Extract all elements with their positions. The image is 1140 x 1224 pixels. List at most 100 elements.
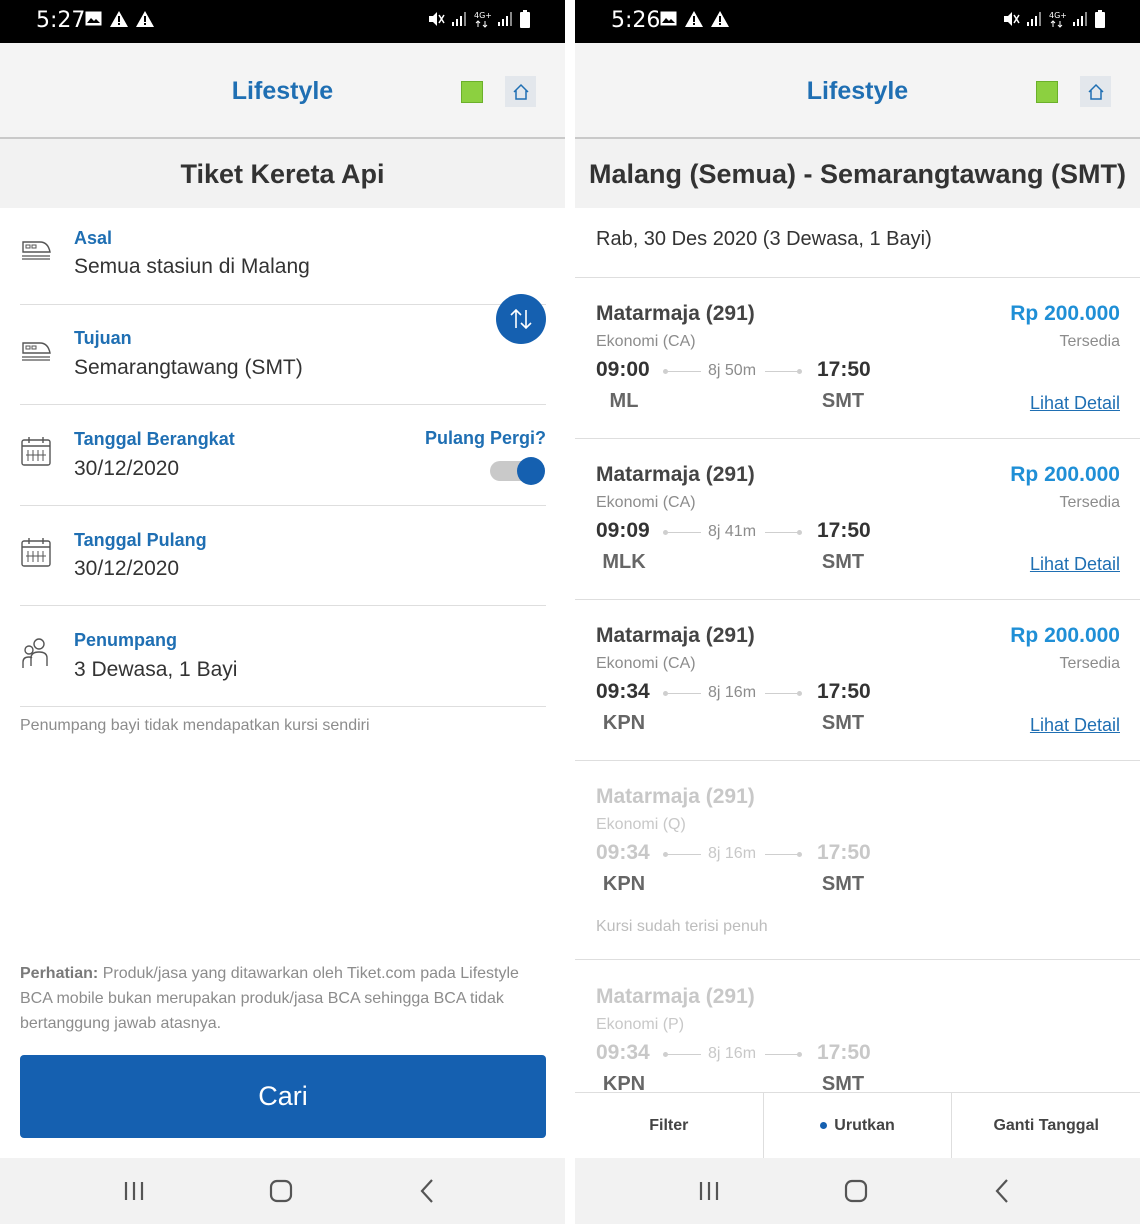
screen-separator — [565, 0, 575, 1224]
view-detail-link[interactable]: Lihat Detail — [1030, 715, 1120, 736]
destination-field[interactable]: Tujuan Semarangtawang (SMT) — [20, 305, 546, 405]
arrive-time: 17:50 — [817, 680, 871, 703]
trip-duration: 8j 41m — [708, 523, 757, 540]
destination-label: Tujuan — [74, 328, 132, 348]
search-summary: Rab, 30 Des 2020 (3 Dewasa, 1 Bayi) — [596, 228, 932, 250]
ticket-price: Rp 200.000 — [1010, 624, 1120, 647]
warning-icon — [711, 11, 729, 27]
recent-apps-icon — [124, 1182, 144, 1200]
search-button[interactable]: Cari — [20, 1055, 546, 1138]
timeline-dot — [797, 369, 802, 374]
trip-duration: 8j 16m — [708, 684, 757, 701]
train-name: Matarmaja (291) — [596, 785, 755, 808]
depart-time: 09:34 — [596, 1041, 650, 1064]
passengers-label: Penumpang — [74, 630, 178, 650]
status-bar: 5:27 4G+ — [0, 0, 565, 43]
passengers-value: 3 Dewasa, 1 Bayi — [74, 658, 238, 681]
train-name: Matarmaja (291) — [596, 463, 755, 486]
return-date-field[interactable]: Tanggal Pulang 30/12/2020 — [20, 506, 546, 606]
system-icons: 4G+ — [1002, 10, 1106, 28]
4g-icon: 4G+ — [1049, 11, 1066, 28]
timeline-line — [665, 1054, 701, 1055]
warning-icon — [110, 11, 128, 27]
timeline-line — [665, 693, 701, 694]
home-button[interactable] — [505, 76, 536, 107]
back-icon — [995, 1179, 1008, 1203]
view-detail-link[interactable]: Lihat Detail — [1030, 554, 1120, 575]
depart-time: 09:09 — [596, 519, 650, 542]
return-date-label: Tanggal Pulang — [74, 530, 207, 550]
origin-code: ML — [609, 390, 639, 412]
train-result-card-full[interactable]: Matarmaja (291) Ekonomi (P) 09:34 8j 16m… — [575, 961, 1140, 1092]
destination-code: SMT — [821, 551, 865, 573]
mute-icon — [1004, 12, 1020, 26]
timeline-dot — [797, 852, 802, 857]
timeline-line — [665, 854, 701, 855]
results-screen: 5:26 4G+ Lifestyle Malang (Semua) - Sema… — [575, 0, 1140, 1224]
train-result-card[interactable]: Matarmaja (291) Ekonomi (CA) 09:09 8j 41… — [575, 439, 1140, 599]
origin-field[interactable]: Asal Semua stasiun di Malang — [20, 208, 546, 305]
train-class: Ekonomi (CA) — [596, 494, 696, 511]
train-name: Matarmaja (291) — [596, 624, 755, 647]
return-date-value: 30/12/2020 — [74, 557, 180, 580]
timeline-line — [765, 1054, 801, 1055]
timeline-line — [665, 532, 701, 533]
depart-date-value: 30/12/2020 — [74, 457, 180, 480]
train-result-card-full[interactable]: Matarmaja (291) Ekonomi (Q) 09:34 8j 16m… — [575, 761, 1140, 959]
destination-code: SMT — [821, 1073, 865, 1092]
page-title-bar: Tiket Kereta Api — [0, 139, 565, 208]
destination-code: SMT — [821, 390, 865, 412]
train-result-card[interactable]: Matarmaja (291) Ekonomi (CA) 09:34 8j 16… — [575, 600, 1140, 760]
origin-code: KPN — [602, 1073, 646, 1092]
train-class: Ekonomi (P) — [596, 1016, 685, 1033]
timeline-dot — [797, 691, 802, 696]
timeline-dot — [797, 1052, 802, 1057]
active-dot-icon — [820, 1122, 828, 1129]
home-icon — [512, 83, 529, 100]
toggle-knob — [517, 457, 545, 485]
train-icon — [22, 342, 51, 361]
ticket-price: Rp 200.000 — [1010, 302, 1120, 325]
timeline-line — [765, 371, 801, 372]
train-result-card[interactable]: Matarmaja (291) Ekonomi (CA) 09:00 8j 50… — [575, 278, 1140, 438]
status-square-icon — [1036, 81, 1058, 103]
filter-button[interactable]: Filter — [575, 1093, 764, 1158]
depart-date-field[interactable]: Tanggal Berangkat 30/12/2020 — [20, 405, 546, 506]
view-detail-link[interactable]: Lihat Detail — [1030, 393, 1120, 414]
sort-button[interactable]: Urutkan — [764, 1093, 953, 1158]
train-class: Ekonomi (Q) — [596, 816, 686, 833]
svg-text:4G+: 4G+ — [474, 11, 491, 20]
home-button[interactable] — [1080, 76, 1111, 107]
home-icon — [1087, 83, 1104, 100]
android-nav-bar — [0, 1158, 565, 1224]
signal-icon — [1073, 12, 1087, 26]
home-nav-icon — [844, 1179, 868, 1203]
page-title: Tiket Kereta Api — [180, 159, 385, 189]
train-icon — [22, 241, 51, 260]
warning-icon — [136, 11, 154, 27]
destination-code: SMT — [821, 712, 865, 734]
timeline-line — [765, 854, 801, 855]
ticket-price: Rp 200.000 — [1010, 463, 1120, 486]
image-icon — [85, 11, 102, 26]
timeline-line — [765, 693, 801, 694]
timeline-dot — [797, 530, 802, 535]
battery-icon — [520, 10, 530, 28]
filter-label: Filter — [649, 1116, 689, 1134]
signal-icon — [1027, 12, 1041, 26]
signal-icon — [498, 12, 512, 26]
origin-code: KPN — [602, 873, 646, 895]
recent-apps-icon — [699, 1182, 719, 1200]
round-trip-toggle[interactable] — [490, 456, 546, 486]
change-date-button[interactable]: Ganti Tanggal — [952, 1093, 1140, 1158]
calendar-icon — [21, 538, 51, 567]
availability-status: Tersedia — [1059, 494, 1120, 511]
change-date-label: Ganti Tanggal — [993, 1116, 1099, 1134]
passengers-field[interactable]: Penumpang 3 Dewasa, 1 Bayi — [20, 606, 546, 707]
swap-stations-button[interactable] — [496, 294, 546, 344]
availability-status: Tersedia — [1059, 655, 1120, 672]
battery-icon — [1095, 10, 1105, 28]
warning-icon — [685, 11, 703, 27]
origin-value: Semua stasiun di Malang — [74, 255, 310, 278]
status-bar: 5:26 4G+ — [575, 0, 1140, 43]
